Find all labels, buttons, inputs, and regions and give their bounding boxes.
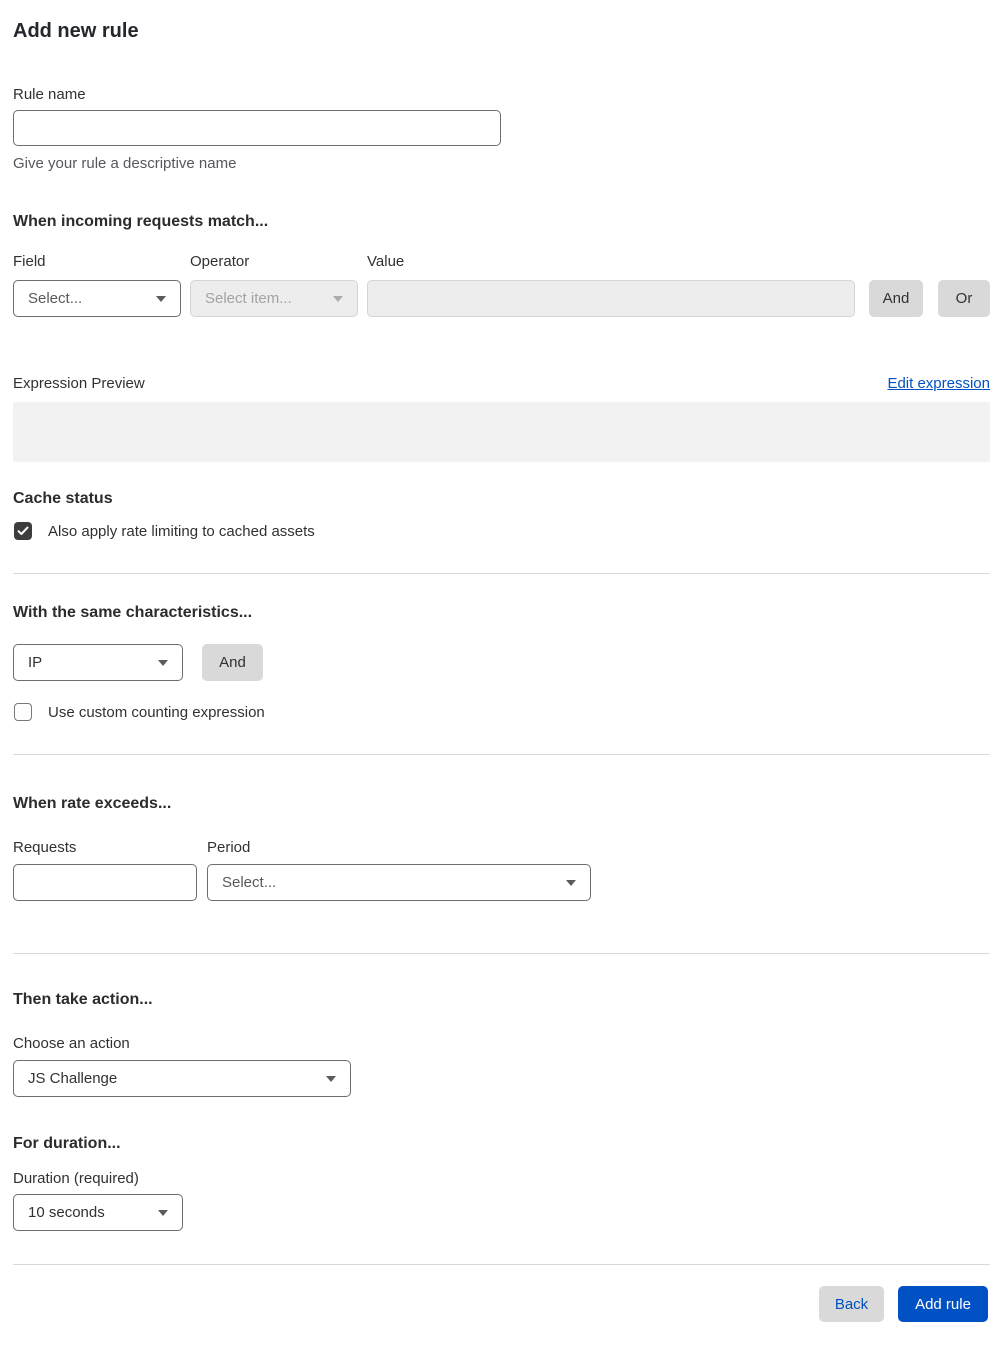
section-divider: [13, 754, 990, 755]
or-button[interactable]: Or: [938, 280, 990, 317]
duration-select-value: 10 seconds: [28, 1204, 105, 1221]
action-heading: Then take action...: [13, 991, 153, 1008]
period-label: Period: [207, 839, 251, 856]
section-divider: [13, 573, 990, 574]
action-select-value: JS Challenge: [28, 1070, 118, 1087]
rule-name-input[interactable]: [13, 110, 501, 146]
counting-expression-row: Use custom counting expression: [13, 703, 990, 721]
chevron-down-icon: [158, 1209, 168, 1216]
expression-preview-label: Expression Preview: [13, 375, 145, 392]
expression-preview-box: [13, 402, 990, 462]
cache-checkbox-row: Also apply rate limiting to cached asset…: [13, 522, 990, 540]
characteristics-heading: With the same characteristics...: [13, 604, 253, 621]
duration-label: Duration (required): [13, 1170, 139, 1187]
operator-label: Operator: [190, 253, 250, 270]
period-select-value: Select...: [222, 874, 277, 891]
value-label: Value: [367, 253, 405, 270]
match-section-heading: When incoming requests match...: [13, 213, 269, 230]
cached-assets-checkbox[interactable]: [14, 522, 32, 540]
choose-action-label: Choose an action: [13, 1035, 130, 1052]
match-labels-row: Field Operator Value: [13, 252, 990, 272]
action-select[interactable]: JS Challenge: [13, 1060, 351, 1097]
cached-assets-label: Also apply rate limiting to cached asset…: [48, 522, 315, 540]
characteristic-select-value: IP: [28, 654, 43, 671]
cache-status-heading: Cache status: [13, 490, 113, 507]
operator-select-value: Select item...: [205, 290, 292, 307]
expression-preview-row: Expression Preview Edit expression: [13, 374, 990, 394]
rate-heading: When rate exceeds...: [13, 795, 172, 812]
chevron-down-icon: [566, 879, 576, 886]
edit-expression-link[interactable]: Edit expression: [887, 374, 990, 394]
rule-name-helper: Give your rule a descriptive name: [13, 155, 237, 172]
add-rule-form: Add new rule Rule name Give your rule a …: [0, 18, 1002, 1322]
characteristic-select[interactable]: IP: [13, 644, 183, 681]
chevron-down-icon: [333, 295, 343, 302]
and-button[interactable]: And: [869, 280, 923, 317]
chevron-down-icon: [158, 659, 168, 666]
characteristic-and-button[interactable]: And: [202, 644, 263, 681]
operator-select: Select item...: [190, 280, 358, 317]
chevron-down-icon: [156, 295, 166, 302]
custom-counting-checkbox[interactable]: [14, 703, 32, 721]
footer-divider: [13, 1264, 990, 1265]
requests-input[interactable]: [13, 864, 197, 901]
footer-actions: Back Add rule: [13, 1286, 990, 1322]
custom-counting-label: Use custom counting expression: [48, 703, 265, 721]
field-select[interactable]: Select...: [13, 280, 181, 317]
rate-controls-row: Select...: [13, 864, 990, 901]
match-controls-row: Select... Select item... And Or: [13, 280, 990, 317]
characteristics-controls-row: IP And: [13, 644, 990, 681]
period-select[interactable]: Select...: [207, 864, 591, 901]
page-title: Add new rule: [13, 20, 139, 42]
chevron-down-icon: [326, 1075, 336, 1082]
value-input: [367, 280, 855, 317]
rate-labels-row: Requests Period: [13, 838, 990, 858]
requests-label: Requests: [13, 839, 77, 856]
duration-select[interactable]: 10 seconds: [13, 1194, 183, 1231]
checkmark-icon: [17, 526, 29, 535]
rule-name-label: Rule name: [13, 86, 86, 103]
field-label: Field: [13, 253, 46, 270]
back-button[interactable]: Back: [819, 1286, 884, 1322]
duration-heading: For duration...: [13, 1135, 121, 1152]
section-divider: [13, 953, 990, 954]
field-select-value: Select...: [28, 290, 83, 307]
add-rule-button[interactable]: Add rule: [898, 1286, 988, 1322]
